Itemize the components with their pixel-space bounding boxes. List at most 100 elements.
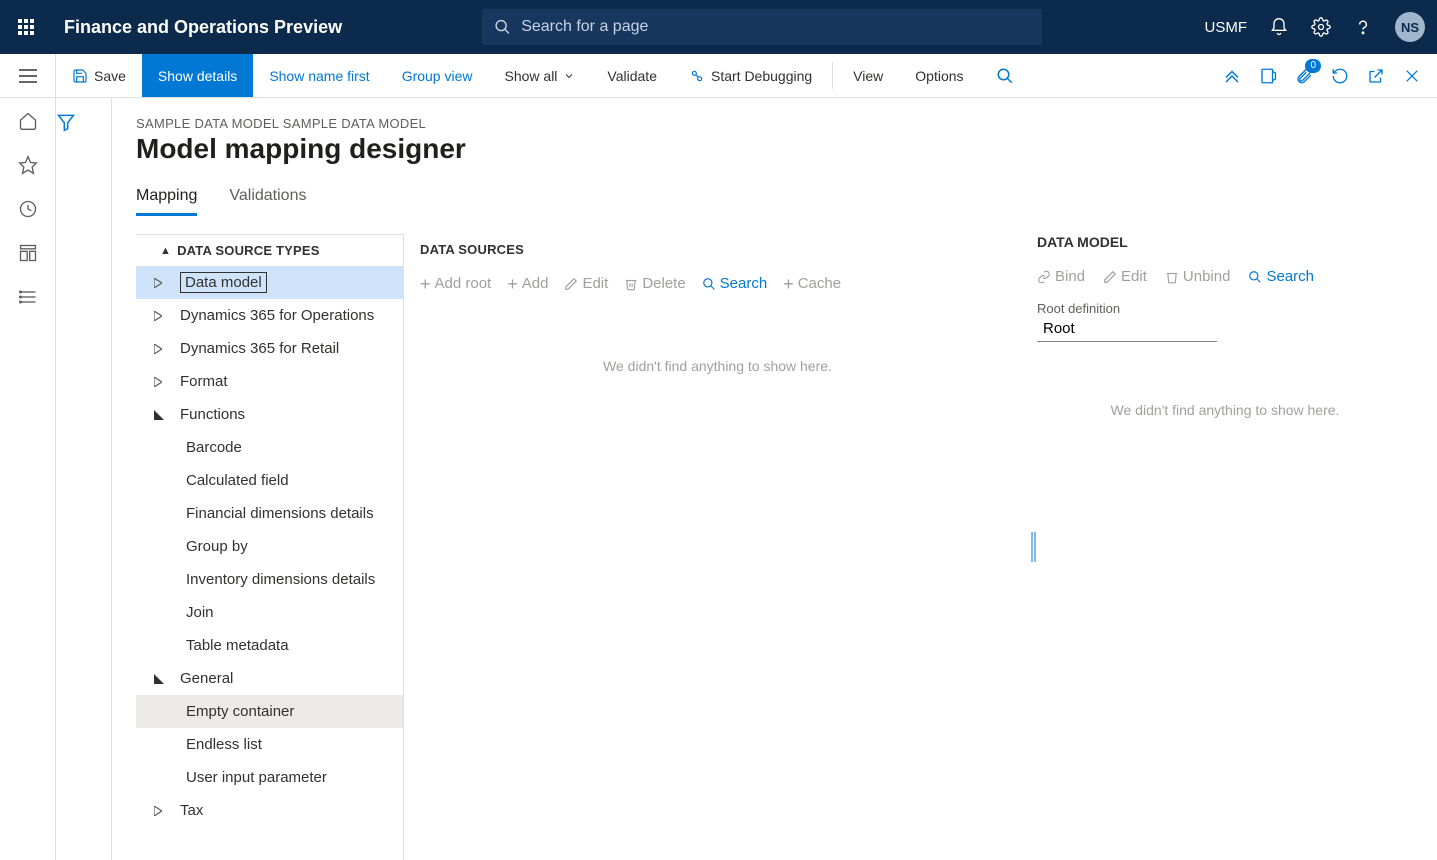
root-definition-input[interactable] — [1037, 316, 1217, 342]
search-icon — [996, 67, 1014, 85]
favorites-icon[interactable] — [17, 154, 39, 176]
top-header: Finance and Operations Preview USMF NS — [0, 0, 1437, 54]
app-title: Finance and Operations Preview — [64, 17, 342, 38]
nav-toggle-button[interactable] — [0, 54, 56, 97]
save-icon — [72, 68, 88, 84]
caret-icon — [154, 377, 170, 387]
tree-item[interactable]: Data model — [136, 266, 403, 299]
options-menu[interactable]: Options — [899, 54, 979, 97]
start-debugging-button[interactable]: Start Debugging — [673, 54, 828, 97]
tree-item-label: Format — [180, 373, 228, 390]
notifications-icon[interactable] — [1269, 17, 1289, 37]
settings-icon[interactable] — [1311, 17, 1331, 37]
data-source-types-panel: ▲DATA SOURCE TYPES Data modelDynamics 36… — [136, 234, 404, 860]
tree-item[interactable]: Calculated field — [136, 464, 403, 497]
close-icon[interactable] — [1401, 65, 1423, 87]
add-button[interactable]: +Add — [507, 275, 548, 292]
show-name-first-button[interactable]: Show name first — [253, 54, 385, 97]
breadcrumb: SAMPLE DATA MODEL SAMPLE DATA MODEL — [136, 116, 1437, 131]
workspaces-icon[interactable] — [17, 242, 39, 264]
filter-column — [56, 98, 112, 860]
help-icon[interactable] — [1353, 17, 1373, 37]
tree-item[interactable]: Join — [136, 596, 403, 629]
caret-icon — [154, 344, 170, 354]
ds-search-button[interactable]: Search — [702, 275, 768, 292]
caret-icon — [154, 311, 170, 321]
view-menu[interactable]: View — [837, 54, 899, 97]
cache-button[interactable]: +Cache — [783, 275, 841, 292]
chevron-down-icon — [563, 70, 575, 82]
data-model-panel: DATA MODEL Bind Edit Unbind Search Root … — [1037, 234, 1437, 860]
dm-edit-button[interactable]: Edit — [1103, 268, 1147, 285]
tree-item-label: Calculated field — [186, 472, 289, 489]
tab-mapping[interactable]: Mapping — [136, 187, 197, 216]
office-icon[interactable] — [1257, 65, 1279, 87]
tree-item[interactable]: Inventory dimensions details — [136, 563, 403, 596]
tree-item-label: Tax — [180, 802, 203, 819]
show-all-dropdown[interactable]: Show all — [489, 54, 592, 97]
tree-item-label: Functions — [180, 406, 245, 423]
tree-item[interactable]: Table metadata — [136, 629, 403, 662]
app-launcher-icon[interactable] — [12, 13, 44, 41]
dm-search-button[interactable]: Search — [1248, 268, 1314, 285]
tree-item-label: Barcode — [186, 439, 242, 456]
tree-item[interactable]: Financial dimensions details — [136, 497, 403, 530]
add-root-button[interactable]: +Add root — [420, 275, 491, 292]
tree-item[interactable]: User input parameter — [136, 761, 403, 794]
tree-item-label: Inventory dimensions details — [186, 571, 375, 588]
recent-icon[interactable] — [17, 198, 39, 220]
delete-button[interactable]: Delete — [624, 275, 685, 292]
link-icon[interactable] — [1221, 65, 1243, 87]
tree-item[interactable]: Endless list — [136, 728, 403, 761]
search-icon — [702, 277, 716, 291]
edit-button[interactable]: Edit — [564, 275, 608, 292]
find-button[interactable] — [980, 54, 1030, 97]
popout-icon[interactable] — [1365, 65, 1387, 87]
link-icon — [1037, 270, 1051, 284]
filter-icon[interactable] — [56, 112, 111, 132]
data-sources-panel: DATA SOURCES +Add root +Add Edit Delete … — [404, 234, 1031, 860]
validate-button[interactable]: Validate — [591, 54, 673, 97]
page-title: Model mapping designer — [136, 133, 1437, 165]
attachments-icon[interactable]: 0 — [1293, 65, 1315, 87]
modules-icon[interactable] — [17, 286, 39, 308]
root-definition-label: Root definition — [1037, 301, 1413, 316]
tree-item-label: Endless list — [186, 736, 262, 753]
company-code[interactable]: USMF — [1205, 19, 1248, 36]
global-search-input[interactable] — [521, 18, 1030, 36]
caret-icon — [154, 278, 170, 288]
refresh-icon[interactable] — [1329, 65, 1351, 87]
tree-item[interactable]: Functions — [136, 398, 403, 431]
user-avatar[interactable]: NS — [1395, 12, 1425, 42]
tabs: Mapping Validations — [136, 187, 1437, 216]
group-view-button[interactable]: Group view — [386, 54, 489, 97]
global-search[interactable] — [482, 9, 1042, 45]
pencil-icon — [1103, 270, 1117, 284]
caret-icon — [154, 674, 170, 684]
bind-button[interactable]: Bind — [1037, 268, 1085, 285]
caret-icon — [154, 806, 170, 816]
tree-item[interactable]: Empty container — [136, 695, 403, 728]
tree-item[interactable]: Dynamics 365 for Retail — [136, 332, 403, 365]
tree-item[interactable]: Group by — [136, 530, 403, 563]
tree-item[interactable]: Barcode — [136, 431, 403, 464]
tree-item-label: Join — [186, 604, 214, 621]
caret-icon — [154, 410, 170, 420]
trash-icon — [1165, 270, 1179, 284]
show-details-button[interactable]: Show details — [142, 54, 253, 97]
tree-item[interactable]: General — [136, 662, 403, 695]
tree-item-label: User input parameter — [186, 769, 327, 786]
tree-item[interactable]: Format — [136, 365, 403, 398]
unbind-button[interactable]: Unbind — [1165, 268, 1231, 285]
tree-item-label: Empty container — [186, 703, 294, 720]
pencil-icon — [564, 277, 578, 291]
home-icon[interactable] — [17, 110, 39, 132]
save-button[interactable]: Save — [56, 54, 142, 97]
data-model-header: DATA MODEL — [1037, 234, 1413, 250]
tree-item[interactable]: Dynamics 365 for Operations — [136, 299, 403, 332]
tree-item[interactable]: Tax — [136, 794, 403, 827]
tab-validations[interactable]: Validations — [229, 187, 306, 216]
tree-item-label: Financial dimensions details — [186, 505, 374, 522]
tree-item-label: Table metadata — [186, 637, 289, 654]
attachments-badge: 0 — [1305, 59, 1321, 73]
